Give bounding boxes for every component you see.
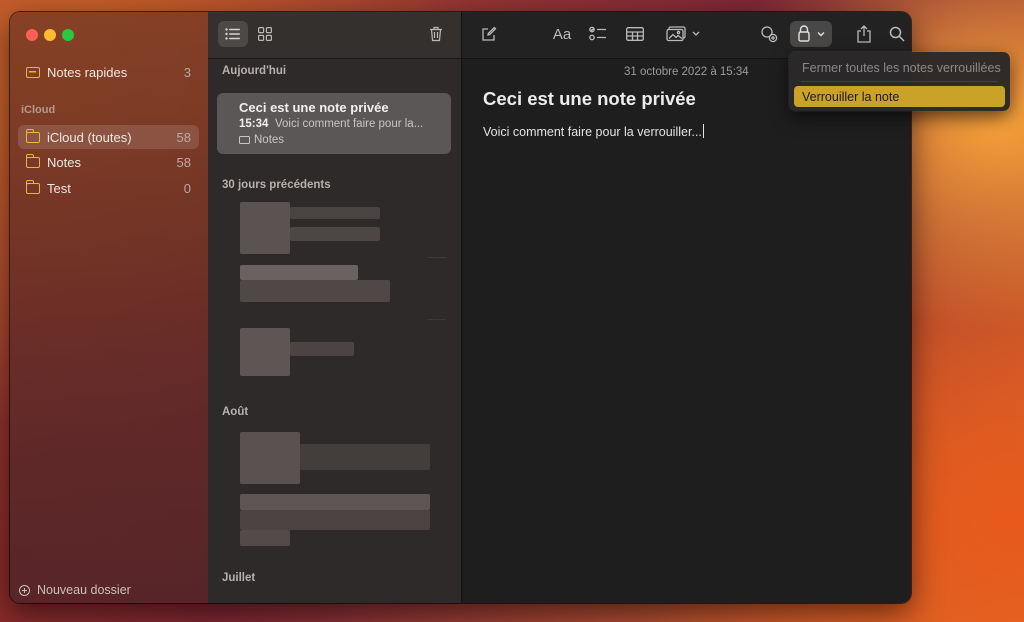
note-item-folder: Notes <box>239 134 284 146</box>
pixelated-content <box>240 494 430 510</box>
lock-icon <box>798 25 825 42</box>
collaborate-icon <box>761 25 778 42</box>
delete-note-button[interactable] <box>421 21 451 47</box>
lock-button[interactable] <box>790 21 832 47</box>
sidebar-item-test[interactable]: Test 0 <box>18 176 199 200</box>
table-icon <box>626 27 644 41</box>
sidebar-item-quick-notes[interactable]: Notes rapides 3 <box>18 60 199 84</box>
note-list-item-selected[interactable]: Ceci est une note privée 15:34 Voici com… <box>217 93 451 154</box>
quick-note-icon <box>26 66 40 78</box>
new-folder-label: Nouveau dossier <box>37 583 131 597</box>
sidebar-item-label: Notes rapides <box>47 64 128 80</box>
list-separator <box>428 319 446 320</box>
sidebar-section-title: iCloud <box>21 104 56 116</box>
close-window-button[interactable] <box>26 29 38 41</box>
pixelated-content <box>290 342 354 356</box>
pixelated-content <box>290 227 380 241</box>
format-button[interactable]: Aa <box>550 22 574 46</box>
note-date: 31 octobre 2022 à 15:34 <box>624 66 749 78</box>
share-button[interactable] <box>852 22 876 46</box>
section-header-august: Août <box>222 406 249 418</box>
folder-icon <box>25 153 40 168</box>
notes-window: Notes rapides 3 iCloud iCloud (toutes) 5… <box>10 12 911 603</box>
checklist-icon <box>589 26 606 41</box>
lock-dropdown-menu: Fermer toutes les notes verrouillées Ver… <box>789 52 1010 111</box>
media-icon <box>666 26 700 42</box>
compose-icon <box>482 26 497 41</box>
note-list: Aujourd'hui Ceci est une note privée 15:… <box>208 12 462 603</box>
pixelated-content <box>240 280 390 302</box>
zoom-window-button[interactable] <box>62 29 74 41</box>
list-separator <box>428 257 446 258</box>
pixelated-content <box>290 207 380 219</box>
media-button[interactable] <box>664 22 704 46</box>
new-note-button[interactable] <box>479 22 499 46</box>
note-list-toolbar <box>208 12 461 59</box>
note-item-preview: Voici comment faire pour la... <box>275 118 424 130</box>
note-body[interactable]: Voici comment faire pour la verrouiller.… <box>483 124 704 139</box>
trash-icon <box>430 26 442 42</box>
pixelated-content <box>240 432 300 484</box>
search-button[interactable] <box>887 22 907 46</box>
search-icon <box>889 26 905 42</box>
sidebar-item-count: 0 <box>183 180 191 196</box>
folder-icon <box>25 179 40 194</box>
note-body-text: Voici comment faire pour la verrouiller.… <box>483 125 702 139</box>
minimize-window-button[interactable] <box>44 29 56 41</box>
format-icon: Aa <box>552 25 572 43</box>
sidebar-item-notes[interactable]: Notes 58 <box>18 150 199 174</box>
pixelated-content <box>240 202 290 254</box>
pixelated-content <box>240 265 358 280</box>
menu-item-close-locked-notes: Fermer toutes les notes verrouillées <box>802 60 1001 75</box>
section-header-last-30-days: 30 jours précédents <box>222 179 331 191</box>
plus-circle-icon <box>19 584 30 596</box>
checklist-button[interactable] <box>586 22 610 46</box>
share-icon <box>857 25 871 43</box>
section-header-july: Juillet <box>222 572 256 584</box>
menu-separator <box>801 81 998 82</box>
pixelated-content <box>240 328 290 376</box>
gallery-view-button[interactable] <box>250 21 280 47</box>
text-cursor <box>702 124 704 138</box>
collaborate-button[interactable] <box>757 22 781 46</box>
pixelated-content <box>240 530 290 546</box>
gallery-view-icon <box>258 27 272 41</box>
sidebar: Notes rapides 3 iCloud iCloud (toutes) 5… <box>10 12 209 603</box>
folder-icon <box>239 136 250 144</box>
menu-item-lock-note[interactable]: Verrouiller la note <box>794 86 1005 107</box>
sidebar-item-label: Test <box>47 180 71 196</box>
note-item-time: 15:34 <box>239 118 269 130</box>
sidebar-item-count: 3 <box>183 64 191 80</box>
sidebar-item-count: 58 <box>176 154 191 170</box>
table-button[interactable] <box>623 22 647 46</box>
section-header-today: Aujourd'hui <box>222 65 287 77</box>
pixelated-content <box>300 444 430 470</box>
note-title[interactable]: Ceci est une note privée <box>483 88 696 110</box>
folder-icon <box>25 128 40 143</box>
sidebar-item-icloud-all[interactable]: iCloud (toutes) 58 <box>18 125 199 149</box>
new-folder-button[interactable]: Nouveau dossier <box>19 583 131 597</box>
sidebar-item-count: 58 <box>176 129 191 145</box>
sidebar-item-label: iCloud (toutes) <box>47 129 132 145</box>
note-item-title: Ceci est une note privée <box>239 100 389 115</box>
note-item-folder-label: Notes <box>254 134 285 146</box>
list-view-button[interactable] <box>218 21 248 47</box>
sidebar-item-label: Notes <box>47 154 81 170</box>
list-view-icon <box>225 28 240 40</box>
pixelated-content <box>240 510 430 530</box>
